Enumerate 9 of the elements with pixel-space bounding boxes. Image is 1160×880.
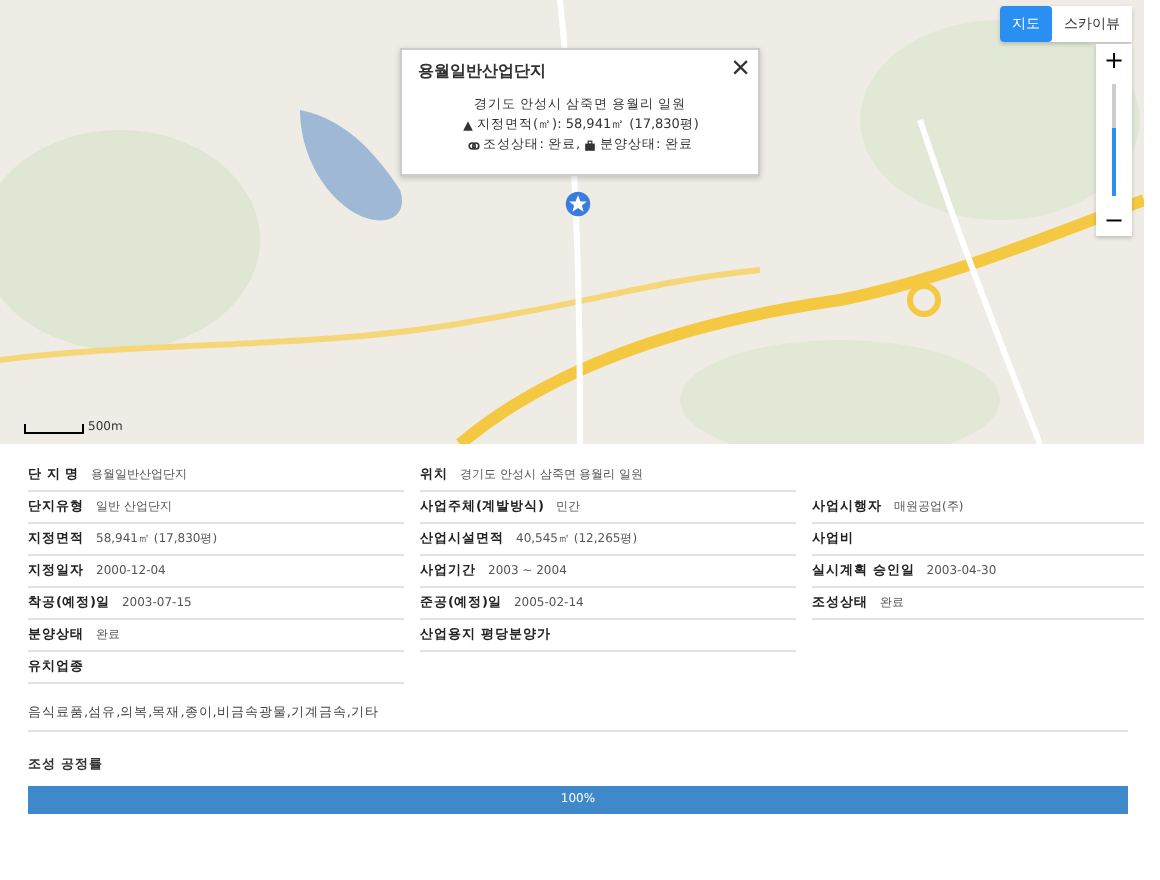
briefcase-icon <box>584 139 597 151</box>
zoom-out-button[interactable]: − <box>1096 204 1132 236</box>
triangle-icon <box>461 119 474 131</box>
close-button[interactable]: × <box>731 56 750 84</box>
popup-title: 용월일반산업단지 <box>418 59 546 81</box>
star-marker-icon <box>564 190 592 218</box>
zoom-in-button[interactable]: + <box>1096 44 1132 76</box>
link-icon <box>467 139 480 151</box>
scale-bar-icon <box>24 424 84 434</box>
